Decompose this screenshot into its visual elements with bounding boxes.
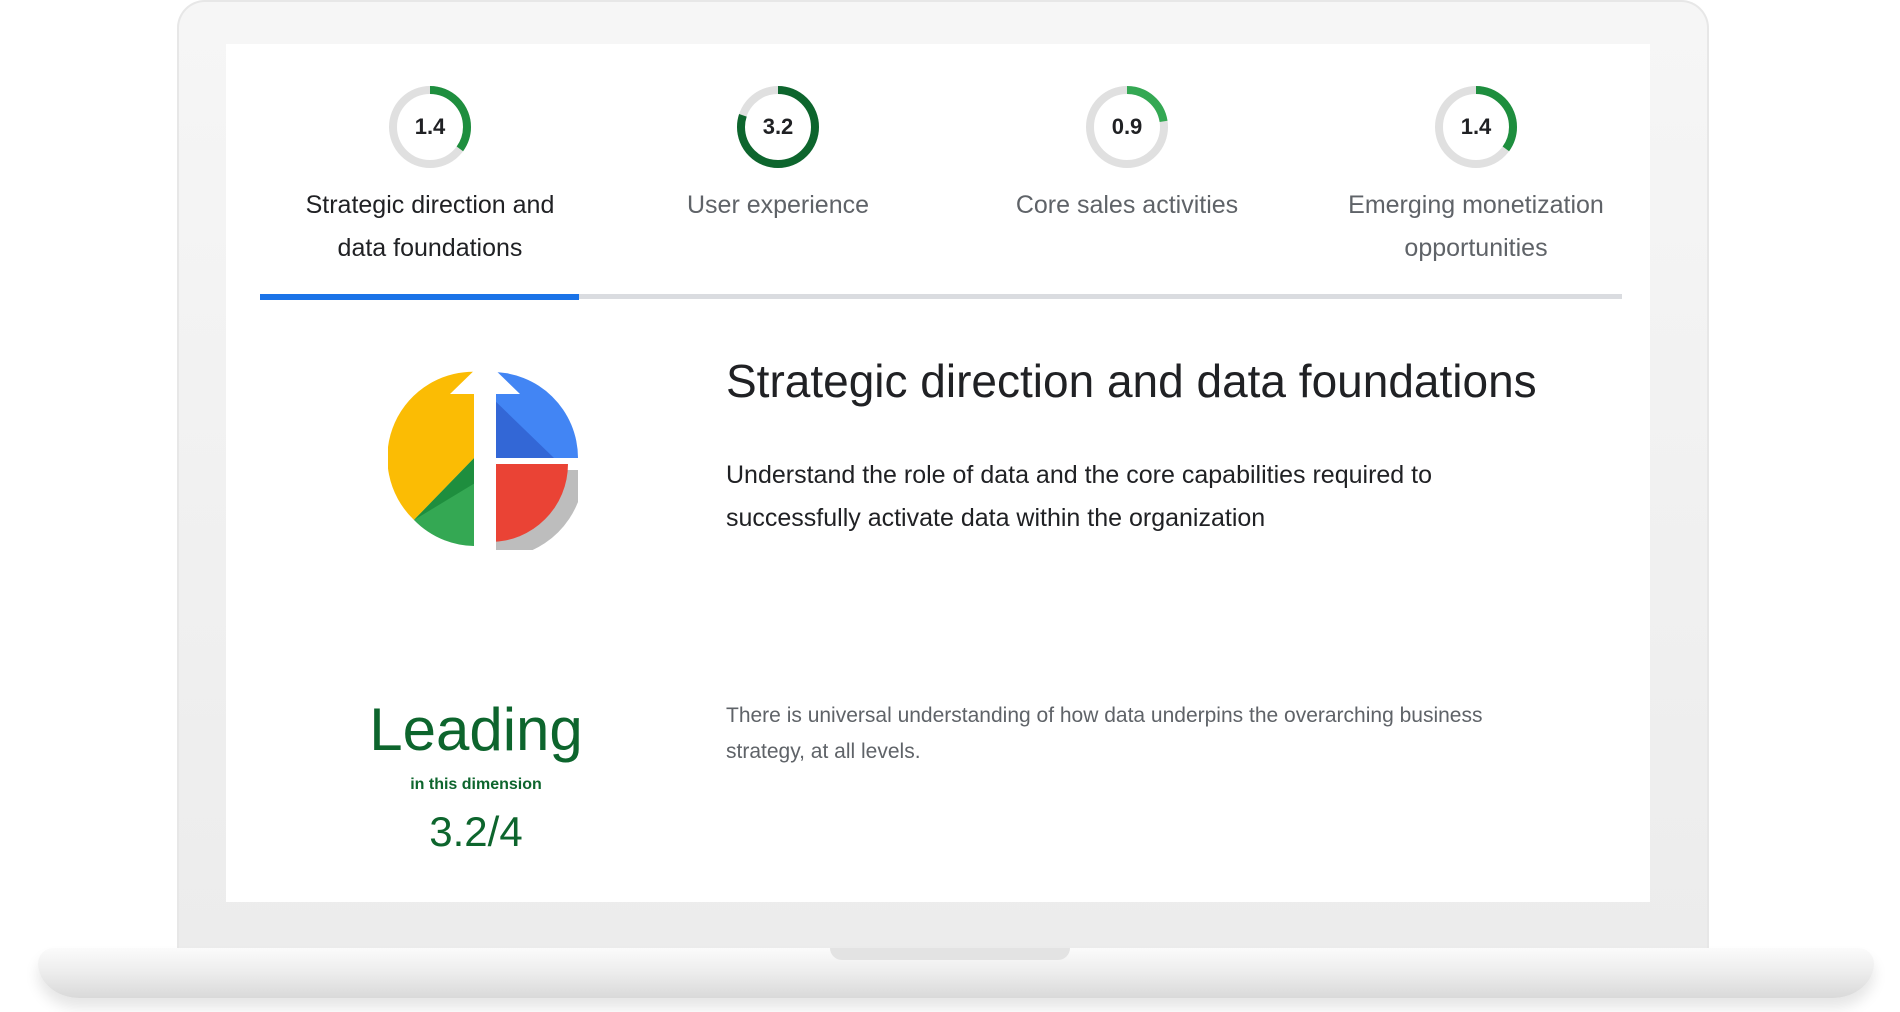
level-score: 3.2/4: [429, 808, 523, 855]
score-value: 0.9: [1111, 114, 1143, 139]
level-name: Leading: [369, 696, 583, 763]
dimension-tabs: 1.4 Strategic direction and data foundat…: [260, 44, 1622, 300]
section-description: Understand the role of data and the core…: [726, 461, 1433, 532]
tab-label: Strategic direction and data foundations: [305, 191, 555, 262]
laptop-screen: 1.4 Strategic direction and data foundat…: [226, 44, 1650, 902]
pie-chart-arrow-icon: [387, 360, 584, 558]
laptop-mockup: 1.4 Strategic direction and data foundat…: [0, 0, 1900, 1012]
score-ring: 1.4: [387, 84, 473, 170]
tab-user-experience[interactable]: 3.2 User experience: [608, 44, 948, 294]
tab-strategic-direction[interactable]: 1.4 Strategic direction and data foundat…: [260, 44, 600, 294]
tab-label: Emerging monetization opportunities: [1348, 191, 1604, 262]
score-ring: 1.4: [1433, 84, 1519, 170]
tab-label: User experience: [686, 191, 870, 219]
tab-core-sales-activities[interactable]: 0.9 Core sales activities: [957, 44, 1297, 294]
score-value: 3.2: [762, 114, 794, 139]
tab-emerging-monetization[interactable]: 1.4 Emerging monetization opportunities: [1306, 44, 1646, 294]
score-ring: 0.9: [1084, 84, 1170, 170]
laptop-base-notch: [830, 948, 1070, 960]
section-title: Strategic direction and data foundations: [726, 355, 1537, 407]
tab-label: Core sales activities: [1015, 191, 1239, 219]
score-value: 1.4: [414, 114, 446, 139]
score-ring: 3.2: [735, 84, 821, 170]
level-subtitle: in this dimension: [410, 776, 542, 793]
active-tab-indicator: [260, 294, 579, 300]
level-summary: Leading in this dimension 3.2/4: [326, 694, 626, 856]
score-value: 1.4: [1460, 114, 1492, 139]
level-description: There is universal understanding of how …: [726, 704, 1483, 763]
